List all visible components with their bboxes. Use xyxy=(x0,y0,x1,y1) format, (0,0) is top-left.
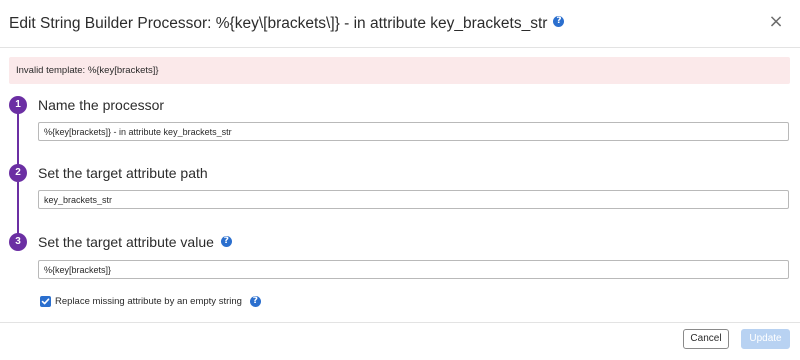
checkmark-icon xyxy=(41,298,50,305)
step-label: Set the target attribute value? xyxy=(38,234,232,250)
error-banner: Invalid template: %{key[brackets]} xyxy=(9,57,790,84)
modal-title: Edit String Builder Processor: %{key\[br… xyxy=(9,15,565,33)
processor-name-input[interactable] xyxy=(38,122,789,141)
replace-missing-label[interactable]: Replace missing attribute by an empty st… xyxy=(55,296,242,307)
close-icon[interactable]: × xyxy=(766,12,786,32)
modal-footer xyxy=(0,322,800,360)
help-icon[interactable]: ? xyxy=(553,16,565,28)
replace-missing-option: Replace missing attribute by an empty st… xyxy=(40,293,261,308)
update-button[interactable]: Update xyxy=(741,329,790,349)
cancel-button[interactable]: Cancel xyxy=(683,329,729,349)
modal-title-text: Edit String Builder Processor: %{key\[br… xyxy=(9,15,548,32)
modal-header: Edit String Builder Processor: %{key\[br… xyxy=(0,0,800,48)
step-label: Name the processor xyxy=(38,97,165,113)
step-label-text: Set the target attribute value xyxy=(38,234,214,250)
step-label: Set the target attribute path xyxy=(38,165,208,181)
target-attribute-path-input[interactable] xyxy=(38,190,789,209)
edit-processor-modal: Edit String Builder Processor: %{key\[br… xyxy=(0,0,800,360)
step-number-badge: 2 xyxy=(9,164,27,182)
step-number-badge: 3 xyxy=(9,233,27,251)
error-message: Invalid template: %{key[brackets]} xyxy=(16,65,159,76)
target-attribute-value-input[interactable] xyxy=(38,260,789,279)
step-connector-line xyxy=(17,182,19,240)
help-icon[interactable]: ? xyxy=(220,235,232,247)
help-icon[interactable]: ? xyxy=(249,296,261,308)
step-number-badge: 1 xyxy=(9,96,27,114)
replace-missing-checkbox[interactable] xyxy=(40,296,51,308)
